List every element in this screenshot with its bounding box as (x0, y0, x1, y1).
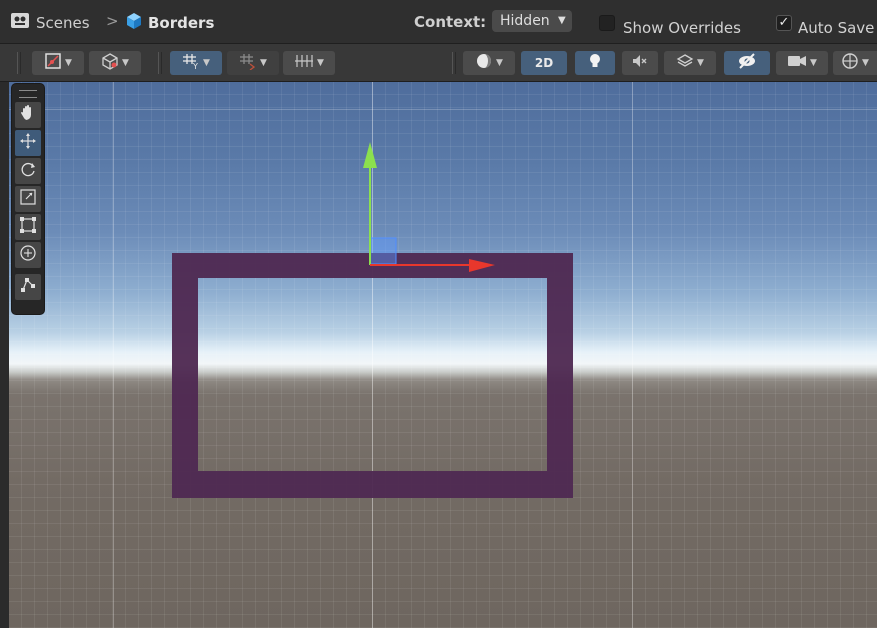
chevron-down-icon: ▼ (697, 58, 704, 68)
grid-visibility-button[interactable]: ▼ (283, 51, 335, 75)
view-options-button[interactable]: ▼ (89, 51, 141, 75)
auto-save-checkbox[interactable]: ✓ (776, 15, 792, 31)
draw-mode-button[interactable]: ▼ (463, 51, 515, 75)
increment-snap-button[interactable]: ▼ (227, 51, 279, 75)
checkmark-icon: ✓ (778, 15, 790, 30)
view-tool-button[interactable] (15, 102, 41, 128)
x-axis-arrow (469, 259, 495, 272)
y-axis-arrow (363, 142, 377, 168)
rotate-icon (19, 160, 37, 182)
increment-snap-icon (239, 52, 257, 74)
audio-button[interactable] (622, 51, 658, 75)
tools-overlay (12, 84, 44, 314)
transform-tool-button[interactable] (15, 242, 41, 268)
breadcrumb-scenes[interactable]: Scenes (10, 12, 90, 34)
transform-icon (19, 244, 37, 266)
chevron-down-icon: ▼ (122, 58, 129, 68)
custom-editor-tool-button[interactable] (15, 274, 41, 300)
scene-header-bar: Scenes > Borders Context: Hidden ▼ Show … (0, 0, 877, 44)
2d-mode-label: 2D (534, 56, 554, 70)
context-label: Context: (414, 13, 487, 31)
hand-icon (20, 104, 36, 126)
scene-viewport[interactable] (9, 82, 877, 628)
2d-mode-button[interactable]: 2D (521, 51, 567, 75)
move-tool-button[interactable] (15, 130, 41, 156)
gizmos-button[interactable]: ▼ (833, 51, 877, 75)
move-gizmo[interactable] (9, 82, 877, 628)
rotate-tool-button[interactable] (15, 158, 41, 184)
scene-visibility-button[interactable] (724, 51, 770, 75)
toolbar-grip (452, 52, 456, 74)
breadcrumb-borders-label: Borders (148, 14, 215, 32)
context-value: Hidden (500, 13, 550, 29)
scenes-icon (10, 12, 30, 34)
effects-layers-icon (676, 52, 694, 74)
auto-save-label: Auto Save (798, 19, 875, 37)
prefab-cube-icon (125, 12, 143, 34)
move-arrows-icon (19, 132, 37, 154)
camera-icon (787, 53, 807, 73)
hidden-eye-icon (737, 52, 757, 74)
grid-snapping-button[interactable]: Y ▼ (170, 51, 222, 75)
chevron-down-icon: ▼ (317, 58, 324, 68)
grid-snap-icon: Y (182, 52, 200, 74)
grid-icon (294, 52, 314, 74)
show-overrides-checkbox[interactable] (599, 15, 615, 31)
custom-tool-icon (19, 276, 37, 298)
show-overrides-label: Show Overrides (623, 19, 741, 37)
gizmos-globe-icon (841, 52, 859, 74)
context-dropdown[interactable]: Hidden ▼ (492, 10, 572, 32)
chevron-down-icon: ▼ (862, 58, 869, 68)
breadcrumb-borders[interactable]: Borders (125, 12, 214, 34)
effects-button[interactable]: ▼ (664, 51, 716, 75)
pivot-icon (44, 52, 62, 74)
tool-handle-position-button[interactable]: ▼ (32, 51, 84, 75)
tools-overlay-grip[interactable] (19, 90, 37, 98)
mute-speaker-icon (631, 52, 649, 74)
svg-text:Y: Y (192, 62, 198, 70)
chevron-down-icon: ▼ (65, 58, 72, 68)
chevron-down-icon: ▼ (203, 58, 210, 68)
rect-tool-button[interactable] (15, 214, 41, 240)
chevron-down-icon: ▼ (810, 58, 817, 68)
lighting-button[interactable] (575, 51, 615, 75)
toolbar-grip (17, 52, 21, 74)
shading-sphere-icon (475, 52, 493, 74)
camera-button[interactable]: ▼ (776, 51, 828, 75)
toolbar-grip (158, 52, 162, 74)
scene-toolbar: ▼ ▼ Y ▼ ▼ ▼ ▼ 2D ▼ ▼ ▼ (0, 44, 877, 82)
lightbulb-icon (587, 52, 603, 74)
breadcrumb-scenes-label: Scenes (36, 14, 90, 32)
scale-icon (19, 188, 37, 210)
breadcrumb-separator: > (106, 12, 119, 30)
chevron-down-icon: ▼ (496, 58, 503, 68)
xy-plane-handle (369, 237, 397, 265)
cube-orientation-icon (101, 52, 119, 74)
scale-tool-button[interactable] (15, 186, 41, 212)
chevron-down-icon: ▼ (260, 58, 267, 68)
chevron-down-icon: ▼ (557, 15, 566, 26)
rect-transform-icon (19, 216, 37, 238)
